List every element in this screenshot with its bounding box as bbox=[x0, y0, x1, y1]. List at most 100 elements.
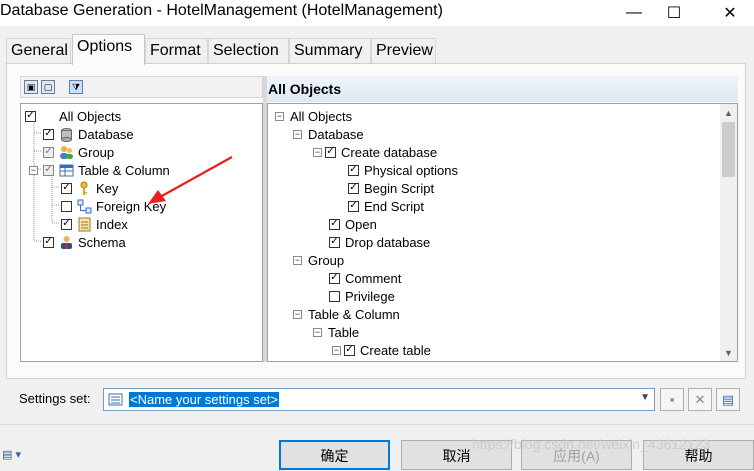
tree-item-label: Index bbox=[96, 216, 128, 232]
checkbox-table-column[interactable]: ✓ bbox=[43, 164, 54, 176]
checkbox-open[interactable]: ✓ bbox=[329, 218, 340, 230]
option-database[interactable]: − Database bbox=[293, 125, 364, 143]
option-label: Privilege bbox=[345, 288, 395, 304]
properties-settings-button[interactable]: ▤ bbox=[716, 388, 740, 411]
tree-item-foreign-key[interactable]: Foreign Key bbox=[61, 197, 166, 215]
ok-button[interactable]: 确定 bbox=[279, 440, 390, 470]
delete-icon: ✕ bbox=[694, 391, 706, 407]
option-label: Table & Column bbox=[308, 306, 400, 322]
options-tree[interactable]: − All Objects − Database − ✓ Create data… bbox=[267, 103, 738, 362]
checkbox-create-database[interactable]: ✓ bbox=[325, 146, 336, 158]
index-icon bbox=[77, 217, 92, 232]
collapse-toggle[interactable]: − bbox=[293, 129, 302, 139]
object-tree[interactable]: ✓ All Objects ✓ Database ✓ Group − ✓ Tab… bbox=[20, 103, 263, 362]
option-table-column[interactable]: − Table & Column bbox=[293, 305, 400, 323]
tree-item-label: Schema bbox=[78, 234, 126, 250]
tree-item-schema[interactable]: ✓ Schema bbox=[43, 233, 126, 251]
option-end-script[interactable]: ✓ End Script bbox=[348, 197, 424, 215]
scroll-up-icon[interactable]: ▲ bbox=[720, 104, 737, 121]
option-label: Create table bbox=[360, 342, 431, 358]
tab-selection[interactable]: Selection bbox=[208, 38, 289, 64]
checkbox-begin-script[interactable]: ✓ bbox=[348, 182, 359, 194]
chevron-down-icon[interactable]: ▼ bbox=[640, 392, 650, 403]
delete-settings-button[interactable]: ✕ bbox=[688, 388, 712, 411]
scroll-down-icon[interactable]: ▼ bbox=[720, 344, 737, 361]
tab-preview[interactable]: Preview bbox=[371, 38, 436, 64]
options-menu-icon[interactable]: ▤ ▾ bbox=[2, 448, 21, 461]
collapse-toggle[interactable]: − bbox=[275, 111, 284, 121]
option-physical-options[interactable]: ✓ Physical options bbox=[348, 161, 458, 179]
option-label: Table bbox=[328, 324, 360, 340]
collapse-toggle[interactable]: − bbox=[293, 255, 302, 265]
group-icon bbox=[59, 145, 74, 160]
tab-general[interactable]: General bbox=[6, 38, 71, 64]
option-drop-database[interactable]: ✓ Drop database bbox=[329, 233, 430, 251]
option-create-table[interactable]: − ✓ Create table bbox=[332, 341, 431, 359]
tab-summary[interactable]: Summary bbox=[289, 38, 371, 64]
settings-set-value[interactable]: <Name your settings set> bbox=[129, 392, 280, 407]
tree-item-label: Foreign Key bbox=[96, 198, 167, 214]
right-pane-header: All Objects bbox=[267, 76, 738, 102]
watermark: https://blog.csdn.net/weixin_43612123 bbox=[472, 436, 711, 452]
vertical-scrollbar[interactable]: ▲ ▼ bbox=[720, 104, 737, 361]
checkbox-comment[interactable]: ✓ bbox=[329, 272, 340, 284]
collapse-toggle[interactable]: − bbox=[313, 327, 322, 337]
checkbox-index[interactable]: ✓ bbox=[61, 218, 72, 230]
option-comment[interactable]: ✓ Comment bbox=[329, 269, 401, 287]
save-settings-button[interactable]: ▪ bbox=[660, 388, 684, 411]
option-group[interactable]: − Group bbox=[293, 251, 344, 269]
scroll-thumb[interactable] bbox=[722, 122, 735, 177]
checkbox-drop-database[interactable]: ✓ bbox=[329, 236, 340, 248]
checkbox-schema[interactable]: ✓ bbox=[43, 236, 54, 248]
close-button[interactable]: ✕ bbox=[710, 0, 750, 26]
deselect-all-icon[interactable]: ▢ bbox=[41, 80, 55, 94]
tree-item-database[interactable]: ✓ Database bbox=[43, 125, 134, 143]
database-icon bbox=[59, 127, 74, 142]
collapse-toggle[interactable]: − bbox=[29, 165, 38, 175]
tree-item-index[interactable]: ✓ Index bbox=[61, 215, 128, 233]
option-all-objects[interactable]: − All Objects bbox=[275, 107, 352, 125]
maximize-button[interactable]: ☐ bbox=[654, 0, 694, 26]
option-begin-script[interactable]: ✓ Begin Script bbox=[348, 179, 434, 197]
checkbox-privilege[interactable] bbox=[329, 290, 340, 302]
option-label: Physical options bbox=[364, 162, 458, 178]
tree-item-key[interactable]: ✓ Key bbox=[61, 179, 118, 197]
table-icon bbox=[59, 163, 74, 178]
option-privilege[interactable]: Privilege bbox=[329, 287, 395, 305]
tree-item-label: Database bbox=[78, 126, 134, 142]
checkbox-all-objects[interactable]: ✓ bbox=[25, 110, 36, 122]
select-all-icon[interactable]: ▣ bbox=[24, 80, 38, 94]
checkbox-create-table[interactable]: ✓ bbox=[344, 344, 355, 356]
option-label: Group bbox=[308, 252, 345, 268]
checkbox-end-script[interactable]: ✓ bbox=[348, 200, 359, 212]
checkbox-group[interactable]: ✓ bbox=[43, 146, 54, 158]
title-bar: Database Generation - HotelManagement (H… bbox=[0, 0, 754, 26]
filter-icon[interactable]: ⧩ bbox=[69, 80, 83, 94]
option-label: Begin Script bbox=[364, 180, 435, 196]
save-icon: ▪ bbox=[669, 392, 675, 407]
tree-item-group[interactable]: ✓ Group bbox=[43, 143, 114, 161]
tree-item-label: Key bbox=[96, 180, 119, 196]
minimize-button[interactable]: — bbox=[614, 0, 654, 26]
option-label: End Script bbox=[364, 198, 424, 214]
checkbox-foreign-key[interactable] bbox=[61, 200, 72, 212]
option-table[interactable]: − Table bbox=[313, 323, 359, 341]
tab-options[interactable]: Options bbox=[72, 34, 145, 65]
settings-set-combo[interactable]: <Name your settings set> ▼ bbox=[103, 388, 655, 411]
tab-format[interactable]: Format bbox=[145, 38, 208, 64]
left-toolbar: ▣ ▢ ⧩ bbox=[20, 76, 263, 98]
checkbox-key[interactable]: ✓ bbox=[61, 182, 72, 194]
tree-item-label: Group bbox=[78, 144, 115, 160]
tree-item-label: Table & Column bbox=[78, 162, 170, 178]
collapse-toggle[interactable]: − bbox=[313, 147, 322, 157]
collapse-toggle[interactable]: − bbox=[332, 345, 341, 355]
window-title: Database Generation - HotelManagement (H… bbox=[0, 2, 443, 19]
settings-list-icon bbox=[108, 392, 123, 407]
tree-item-all-objects[interactable]: ✓ All Objects bbox=[25, 107, 121, 125]
option-create-database[interactable]: − ✓ Create database bbox=[313, 143, 437, 161]
checkbox-database[interactable]: ✓ bbox=[43, 128, 54, 140]
option-open[interactable]: ✓ Open bbox=[329, 215, 377, 233]
checkbox-physical-options[interactable]: ✓ bbox=[348, 164, 359, 176]
collapse-toggle[interactable]: − bbox=[293, 309, 302, 319]
tree-item-table-column[interactable]: − ✓ Table & Column bbox=[29, 161, 170, 179]
